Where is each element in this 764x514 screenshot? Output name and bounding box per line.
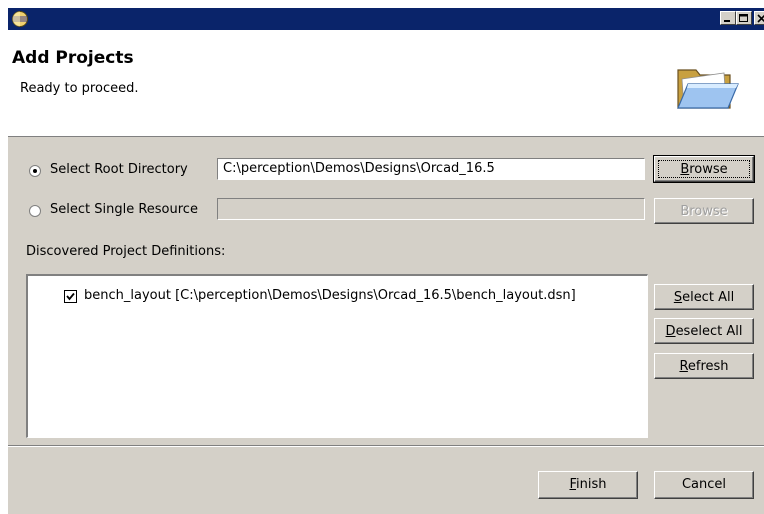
deselect-all-accel: D xyxy=(665,324,676,339)
root-directory-radio[interactable] xyxy=(29,165,41,177)
root-directory-input[interactable]: C:\perception\Demos\Designs\Orcad_16.5 xyxy=(217,158,645,180)
browse-single-button[interactable]: Browse xyxy=(654,198,754,224)
cancel-button[interactable]: Cancel xyxy=(654,471,754,499)
dialog-header: Add Projects Ready to proceed. xyxy=(8,30,764,137)
single-resource-label: Select Single Resource xyxy=(50,202,198,217)
minimize-icon xyxy=(724,20,730,22)
browse-root-button[interactable]: Browse xyxy=(653,155,755,183)
project-label: bench_layout [C:\perception\Demos\Design… xyxy=(84,288,576,303)
close-button[interactable] xyxy=(754,11,764,25)
refresh-label: efresh xyxy=(687,359,729,374)
add-projects-dialog: Add Projects Ready to proceed. Select Ro… xyxy=(8,8,764,514)
discovered-projects-label: Discovered Project Definitions: xyxy=(26,244,226,259)
project-checkbox[interactable] xyxy=(64,290,77,303)
select-all-button[interactable]: Select All xyxy=(654,284,754,310)
finish-button[interactable]: Finish xyxy=(538,471,638,499)
single-resource-input[interactable] xyxy=(217,198,645,220)
deselect-all-button[interactable]: Deselect All xyxy=(654,318,754,344)
refresh-accel: R xyxy=(679,359,688,374)
deselect-all-label: eselect All xyxy=(675,324,743,339)
open-folder-icon xyxy=(674,60,740,120)
refresh-button[interactable]: Refresh xyxy=(654,353,754,379)
project-list[interactable]: bench_layout [C:\perception\Demos\Design… xyxy=(26,274,648,438)
finish-label: inish xyxy=(576,477,607,492)
minimize-button[interactable] xyxy=(720,11,736,25)
maximize-icon xyxy=(739,14,748,22)
title-bar[interactable] xyxy=(8,8,764,30)
single-resource-radio[interactable] xyxy=(29,205,41,217)
close-icon xyxy=(757,14,764,23)
header-message: Ready to proceed. xyxy=(20,81,139,96)
eclipse-icon xyxy=(11,10,29,28)
select-all-label: elect All xyxy=(682,290,735,305)
footer-separator-highlight xyxy=(8,446,764,447)
maximize-button[interactable] xyxy=(736,11,752,25)
checkmark-icon xyxy=(66,292,75,301)
page-title: Add Projects xyxy=(12,48,134,68)
select-all-accel: S xyxy=(673,290,683,305)
root-directory-label: Select Root Directory xyxy=(50,162,188,177)
